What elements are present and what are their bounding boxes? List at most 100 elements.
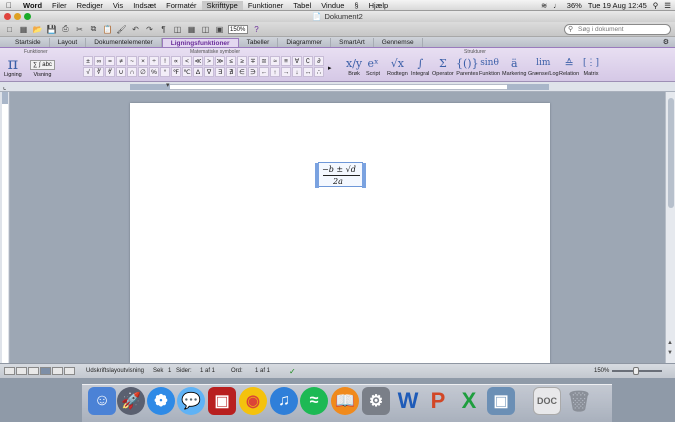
menu-vis[interactable]: Vis bbox=[108, 1, 128, 10]
script-menu-icon[interactable]: § bbox=[349, 1, 363, 10]
math-symbol-button[interactable]: × bbox=[138, 56, 148, 66]
scrollbar-thumb[interactable] bbox=[668, 98, 674, 208]
columns-icon[interactable]: ◫ bbox=[200, 24, 211, 35]
menu-funktioner[interactable]: Funktioner bbox=[243, 1, 288, 10]
math-symbol-button[interactable]: ≥ bbox=[237, 56, 247, 66]
math-symbol-button[interactable]: ≫ bbox=[215, 56, 225, 66]
math-symbol-button[interactable]: ≡ bbox=[281, 56, 291, 66]
tab-smartart[interactable]: SmartArt bbox=[331, 38, 374, 47]
math-symbol-button[interactable]: √ bbox=[83, 67, 93, 77]
math-symbol-button[interactable]: ≪ bbox=[193, 56, 203, 66]
vertical-ruler[interactable] bbox=[0, 92, 10, 363]
math-symbol-button[interactable]: ∂ bbox=[314, 56, 324, 66]
struct-parentes-button[interactable]: {()} Parentes bbox=[456, 56, 479, 77]
math-symbol-button[interactable]: ℉ bbox=[171, 67, 181, 77]
math-symbol-button[interactable]: ∝ bbox=[171, 56, 181, 66]
zoom-window-button[interactable] bbox=[24, 13, 31, 20]
save-icon[interactable]: 💾 bbox=[46, 24, 57, 35]
publishing-view-button[interactable] bbox=[28, 367, 39, 375]
menu-skrifttype[interactable]: Skrifttype bbox=[201, 0, 243, 10]
math-symbol-button[interactable]: ≠ bbox=[116, 56, 126, 66]
math-symbol-button[interactable]: ° bbox=[160, 67, 170, 77]
math-symbol-button[interactable]: ≅ bbox=[259, 56, 269, 66]
format-painter-icon[interactable]: 🖌 bbox=[116, 24, 127, 35]
tab-tabeller[interactable]: Tabeller bbox=[239, 38, 279, 47]
cut-icon[interactable]: ✂ bbox=[74, 24, 85, 35]
photo-booth-icon[interactable]: ▣ bbox=[208, 387, 236, 415]
math-symbol-button[interactable]: ± bbox=[83, 56, 93, 66]
menu-filer[interactable]: Filer bbox=[47, 1, 72, 10]
math-symbol-button[interactable]: ∋ bbox=[248, 67, 258, 77]
outline-view-button[interactable] bbox=[16, 367, 27, 375]
document-page[interactable]: −b ± √d 2a bbox=[130, 103, 550, 363]
math-symbol-button[interactable]: ∞ bbox=[94, 56, 104, 66]
powerpoint-icon[interactable]: P bbox=[424, 387, 452, 415]
struct-relation-button[interactable]: ≙ Relation bbox=[559, 56, 579, 77]
sidebar-icon[interactable]: ◫ bbox=[172, 24, 183, 35]
launchpad-icon[interactable]: 🚀 bbox=[117, 387, 145, 415]
print-icon[interactable]: ⎙ bbox=[60, 24, 71, 35]
trash-icon[interactable]: 🗑 bbox=[565, 387, 593, 415]
system-preferences-icon[interactable]: ⚙ bbox=[362, 387, 390, 415]
search-input[interactable]: ⚲ Søg i dokument bbox=[564, 24, 671, 35]
math-symbol-button[interactable]: ∛ bbox=[94, 67, 104, 77]
math-symbol-button[interactable]: ∩ bbox=[127, 67, 137, 77]
math-symbol-button[interactable]: % bbox=[149, 67, 159, 77]
apple-menu-icon[interactable]:  bbox=[0, 1, 18, 10]
help-icon[interactable]: ? bbox=[251, 24, 262, 35]
math-symbol-button[interactable]: ∀ bbox=[292, 56, 302, 66]
tab-layout[interactable]: Layout bbox=[50, 38, 87, 47]
math-symbol-button[interactable]: ↔ bbox=[303, 67, 313, 77]
math-symbol-button[interactable]: ∇ bbox=[204, 67, 214, 77]
documents-stack-icon[interactable]: DOC bbox=[533, 387, 561, 415]
math-symbol-button[interactable]: = bbox=[105, 56, 115, 66]
math-symbol-button[interactable]: ∪ bbox=[116, 67, 126, 77]
tab-dokumentelementer[interactable]: Dokumentelementer bbox=[86, 38, 162, 47]
math-symbol-button[interactable]: ℃ bbox=[182, 67, 192, 77]
struct-matrix-button[interactable]: [⋮] Matrix bbox=[583, 56, 599, 77]
equation-numerator[interactable]: −b ± √d bbox=[322, 165, 356, 174]
print-layout-view-button[interactable] bbox=[40, 367, 51, 375]
paste-icon[interactable]: 📋 bbox=[102, 24, 113, 35]
fullscreen-view-button[interactable] bbox=[64, 367, 75, 375]
zoom-slider-knob[interactable] bbox=[633, 367, 639, 375]
math-symbol-button[interactable]: ∜ bbox=[105, 67, 115, 77]
draft-view-button[interactable] bbox=[4, 367, 15, 375]
safari-icon[interactable]: ❁ bbox=[147, 387, 175, 415]
notebook-view-button[interactable] bbox=[52, 367, 63, 375]
math-symbol-button[interactable]: > bbox=[204, 56, 214, 66]
menu-hjaelp[interactable]: Hjælp bbox=[364, 1, 394, 10]
math-symbol-button[interactable]: ≤ bbox=[226, 56, 236, 66]
templates-icon[interactable]: ▦ bbox=[18, 24, 29, 35]
close-window-button[interactable] bbox=[4, 13, 11, 20]
chrome-icon[interactable]: ◉ bbox=[239, 387, 267, 415]
minimize-window-button[interactable] bbox=[14, 13, 21, 20]
struct-graense-log-button[interactable]: lim Grænse/Log bbox=[528, 56, 559, 77]
math-symbol-button[interactable]: → bbox=[281, 67, 291, 77]
math-symbol-button[interactable]: ∅ bbox=[138, 67, 148, 77]
scroll-down-icon[interactable]: ▼ bbox=[667, 350, 673, 356]
new-document-icon[interactable]: □ bbox=[4, 24, 15, 35]
word-icon[interactable]: W bbox=[394, 387, 422, 415]
math-symbol-button[interactable]: ∃ bbox=[215, 67, 225, 77]
struct-rodtegn-button[interactable]: √x Rodtegn bbox=[387, 56, 408, 77]
menu-indsaet[interactable]: Indsæt bbox=[128, 1, 161, 10]
itunes-icon[interactable]: ♫ bbox=[270, 387, 298, 415]
tab-gennemse[interactable]: Gennemse bbox=[374, 38, 423, 47]
equation-denominator[interactable]: 2a bbox=[333, 177, 343, 186]
math-symbol-button[interactable]: ! bbox=[160, 56, 170, 66]
menu-formater[interactable]: Formatér bbox=[161, 1, 201, 10]
struct-markering-button[interactable]: ä Markering bbox=[502, 56, 526, 77]
tab-startside[interactable]: Startside bbox=[3, 38, 50, 47]
finder-icon[interactable]: ☺ bbox=[88, 387, 116, 415]
ligning-button[interactable]: π Ligning bbox=[4, 56, 22, 79]
notification-icon[interactable]: ☰ bbox=[664, 1, 671, 10]
math-symbol-button[interactable]: ∄ bbox=[226, 67, 236, 77]
ribbon-options-icon[interactable]: ⚙ bbox=[663, 38, 669, 46]
struct-brok-button[interactable]: x/y Brøk bbox=[346, 56, 362, 77]
struct-script-button[interactable]: eˣ Script bbox=[366, 56, 380, 77]
spotify-icon[interactable]: ≈ bbox=[300, 387, 328, 415]
zoom-slider[interactable] bbox=[612, 367, 662, 375]
volume-icon[interactable]: ♩ bbox=[553, 1, 561, 10]
math-symbol-button[interactable]: ~ bbox=[127, 56, 137, 66]
